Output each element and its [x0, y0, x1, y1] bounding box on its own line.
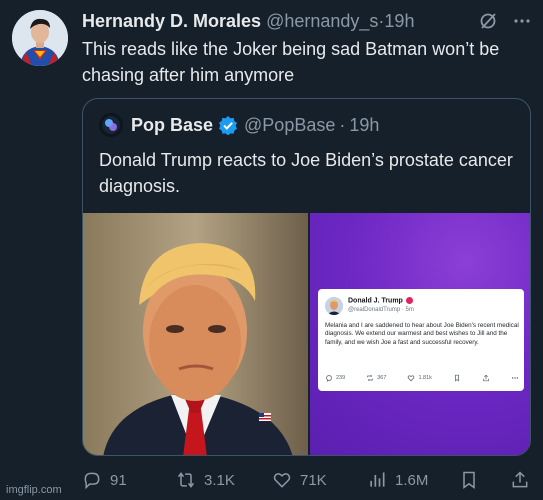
quote-time[interactable]: 19h	[349, 115, 379, 136]
more-icon	[511, 377, 519, 379]
analytics-icon	[370, 472, 385, 487]
share-button[interactable]	[510, 468, 530, 492]
retruth-icon	[367, 374, 373, 382]
embedded-like-count: 1.81k	[418, 375, 432, 381]
imgflip-watermark: imgflip.com	[6, 484, 62, 496]
share-icon	[512, 471, 528, 488]
repost-count: 3.1K	[204, 471, 235, 489]
embedded-post-handle: @realDonaldTrump · 5m	[348, 307, 414, 313]
portrait-photo[interactable]	[83, 213, 308, 455]
reply-icon	[326, 375, 332, 382]
quote-media[interactable]: Donald J. Trump @realDonaldTrump · 5m Me…	[83, 213, 530, 455]
tweet-actions: 91 3.1K 71K 1.6M	[82, 468, 532, 492]
tweet-time[interactable]: 19h	[384, 11, 414, 31]
more-icon[interactable]	[512, 11, 532, 31]
quote-separator-dot: ·	[339, 114, 346, 135]
grok-icon[interactable]	[478, 11, 498, 31]
bookmark-icon	[463, 471, 475, 489]
quoted-tweet[interactable]: Pop Base @PopBase · 19h Donald Trump react…	[82, 98, 531, 456]
quote-header: Pop Base @PopBase · 19h	[99, 111, 519, 139]
reply-icon	[84, 472, 100, 490]
heart-icon	[273, 473, 291, 488]
repost-button[interactable]: 3.1K	[176, 468, 235, 492]
like-count: 71K	[300, 471, 327, 489]
view-count: 1.6M	[395, 471, 429, 489]
embedded-share	[482, 374, 490, 382]
embedded-like: 1.81k	[407, 374, 432, 382]
tweet[interactable]: Hernandy D. Morales @hernandy_s·19h This…	[0, 0, 543, 500]
popbase-logo-icon	[102, 116, 120, 134]
embedded-post-name-text: Donald J. Trump	[348, 297, 403, 305]
reply-button[interactable]: 91	[82, 468, 127, 492]
truth-social-post-screenshot[interactable]: Donald J. Trump @realDonaldTrump · 5m Me…	[310, 213, 530, 455]
tweet-header: Hernandy D. Morales @hernandy_s·19h	[82, 9, 532, 33]
heart-icon	[408, 375, 415, 382]
embedded-post-avatar	[325, 297, 343, 315]
embedded-post-badge-icon	[405, 297, 413, 304]
quote-display-name[interactable]: Pop Base	[131, 115, 213, 136]
bookmark-icon	[454, 374, 459, 382]
quote-avatar[interactable]	[99, 113, 123, 137]
author-handle[interactable]: @hernandy_s	[266, 11, 378, 31]
embedded-reply: 239	[325, 374, 345, 382]
embedded-more	[511, 374, 519, 382]
embedded-post-body: Melania and I are saddened to hear about…	[325, 322, 519, 346]
embedded-bookmark	[453, 374, 461, 382]
reply-count: 91	[110, 471, 127, 489]
header-icons	[478, 9, 532, 33]
embedded-post-card: Donald J. Trump @realDonaldTrump · 5m Me…	[318, 289, 524, 391]
embedded-retruth-count: 367	[377, 375, 387, 381]
like-button[interactable]: 71K	[272, 468, 327, 492]
superman-avatar-icon	[12, 10, 68, 66]
author-display-name[interactable]: Hernandy D. Morales	[82, 11, 261, 31]
verified-badge-icon	[218, 115, 238, 135]
embedded-post-actions: 239 367 1.81k	[325, 373, 519, 383]
quote-handle[interactable]: @PopBase	[244, 115, 335, 136]
share-icon	[483, 374, 489, 382]
tweet-text: This reads like the Joker being sad Batm…	[82, 39, 500, 85]
author-avatar[interactable]	[12, 10, 68, 66]
embedded-reply-count: 239	[336, 375, 346, 381]
views-button[interactable]: 1.6M	[367, 468, 428, 492]
embedded-post-name: Donald J. Trump	[348, 297, 413, 304]
quote-text: Donald Trump reacts to Joe Biden’s prost…	[99, 150, 513, 196]
embedded-retruth: 367	[366, 374, 386, 382]
bookmark-button[interactable]	[459, 468, 479, 492]
repost-icon	[177, 472, 195, 488]
